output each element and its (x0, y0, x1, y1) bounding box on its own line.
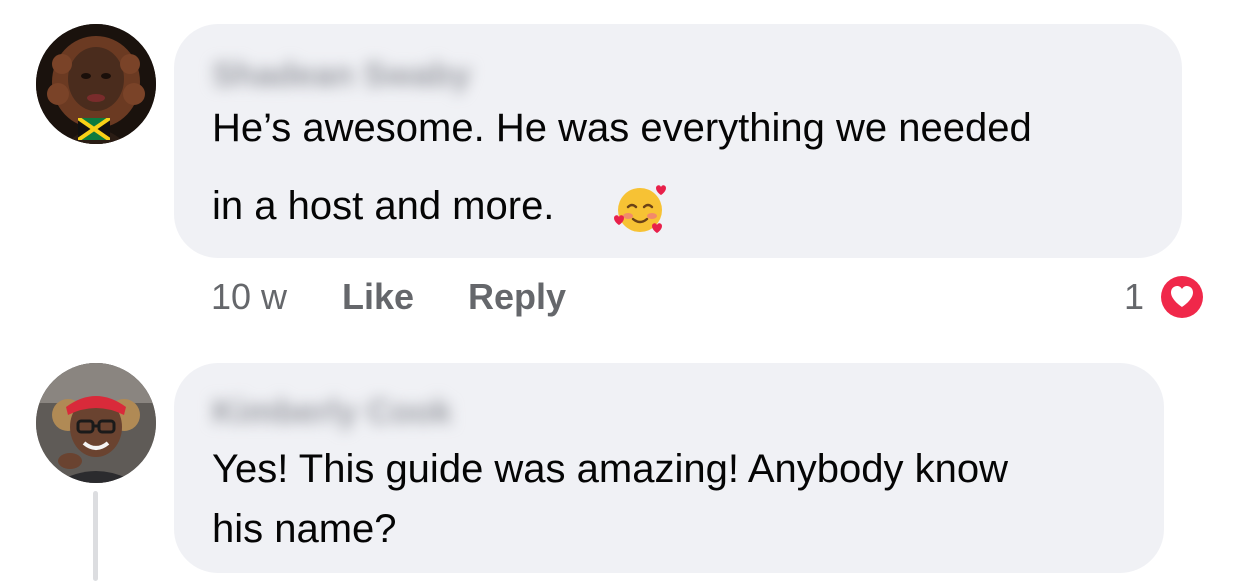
comment-author[interactable]: Shadean Swaby (212, 56, 471, 95)
avatar-image (36, 363, 156, 483)
jamaica-flag-emoji (76, 116, 112, 142)
like-button[interactable]: Like (342, 276, 414, 318)
reply-button[interactable]: Reply (468, 276, 566, 318)
reaction-count[interactable]: 1 (1124, 276, 1144, 318)
smiling-face-with-hearts-icon (612, 180, 668, 236)
comment-text: He’s awesome. He was everything we neede… (212, 106, 1032, 150)
comment-timestamp[interactable]: 10 w (211, 276, 287, 318)
thread-connector-line (93, 491, 98, 581)
comment-text: Yes! This guide was amazing! Anybody kno… (212, 447, 1009, 491)
love-reaction-icon[interactable] (1157, 272, 1207, 322)
comment-bubble: Kimberly Cook Yes! This guide was amazin… (174, 363, 1164, 573)
comment-text: his name? (212, 507, 397, 551)
avatar[interactable] (36, 363, 156, 483)
comment-text: in a host and more. (212, 184, 555, 228)
comment-author[interactable]: Kimberly Cook (212, 393, 452, 432)
comment-thread: Shadean Swaby He’s awesome. He was every… (0, 0, 1242, 581)
comment-bubble: Shadean Swaby He’s awesome. He was every… (174, 24, 1182, 258)
